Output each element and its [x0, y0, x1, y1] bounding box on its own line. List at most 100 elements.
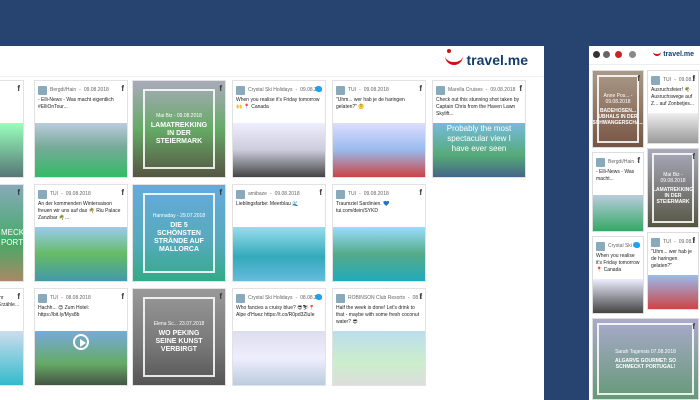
facebook-icon[interactable]: f [121, 188, 124, 197]
facebook-icon[interactable]: f [637, 74, 640, 83]
facebook-icon[interactable]: f [319, 188, 322, 197]
filter-icon[interactable] [629, 51, 636, 58]
facebook-icon[interactable]: f [219, 188, 222, 197]
post-image[interactable] [648, 113, 698, 143]
blog-teaser[interactable]: Mai Biz - 09.08.2018 LAMATREKKING IN DER … [652, 153, 694, 223]
post-image[interactable] [35, 123, 127, 177]
post-image[interactable] [0, 123, 23, 177]
post-text: Hachh... 😍 Zum Hotel: https://bit.ly/Mys… [38, 305, 90, 318]
post-date: 09.08.2018 [363, 87, 389, 93]
author-avatar [651, 237, 660, 247]
image-overlay-text: MECKT PORTUGAL! [1, 228, 24, 248]
blog-teaser[interactable]: Elena Sc... 23.07.2018 WO PEKING SEINE KU… [143, 297, 215, 377]
blog-title: WO PEKING SEINE KUNST VERBIRGT [155, 329, 203, 353]
post-text: Traumziel Sardinien. 💙 tui.com/dein/SYKD [336, 201, 390, 214]
twitter-icon[interactable] [315, 86, 322, 92]
facebook-icon[interactable]: f [692, 236, 695, 245]
facebook-icon[interactable]: f [519, 84, 522, 93]
facebook-icon[interactable]: f [419, 84, 422, 93]
post-text: Check out this stunning shot taken by Ca… [436, 97, 520, 117]
post-image[interactable] [333, 227, 425, 281]
image-overlay-text: Probably the most spectacular view I hav… [446, 124, 512, 154]
post-card[interactable]: Anne Pos... - 09.08.2018 BADEHOSEN... UBH… [592, 70, 644, 148]
twitter-icon[interactable] [315, 294, 322, 300]
post-card[interactable]: MECKT PORTUGAL! f [0, 184, 24, 282]
facebook-icon[interactable]: f [121, 292, 124, 301]
desktop-header: travel.me [0, 46, 544, 77]
facebook-icon[interactable]: f [17, 292, 20, 301]
facebook-icon[interactable]: f [692, 322, 695, 331]
post-card[interactable]: TUI-09.08.2018Ausruchsfeier! 🌴 Ausruchsw… [647, 70, 699, 144]
post-card[interactable]: amibaze -09.08.2018 Lieblingsfarbe: Meerbl… [232, 184, 326, 282]
post-card[interactable]: Crystal Ski Holidays-08.08.2018Who fanci… [232, 288, 326, 386]
post-text: - Elli-News - Was macht... [596, 169, 635, 182]
post-image[interactable] [35, 227, 127, 281]
post-card[interactable]: Mai Biz - 09.08.2018 LAMATREKKING IN DER … [132, 80, 226, 178]
facebook-icon[interactable]: f [219, 292, 222, 301]
blog-teaser[interactable]: Hannaday - 29.07.2018 DIE 5 SCHÖNSTEN STR… [143, 193, 215, 273]
facebook-icon[interactable]: f [692, 152, 695, 161]
post-card[interactable]: TUI -09.08.2018 An der kommenden Wintersai… [34, 184, 128, 282]
post-meta: TUI -08.08.2018 [38, 292, 124, 304]
post-image[interactable] [593, 195, 643, 231]
facebook-icon[interactable]: f [121, 84, 124, 93]
post-card[interactable]: Bergdi/Hain-09.08.2018- Elli-News - Was … [34, 80, 128, 178]
search-icon[interactable] [603, 51, 610, 58]
post-image[interactable] [233, 331, 325, 385]
post-card[interactable]: ihr Erzähle...f [0, 288, 24, 386]
post-image[interactable] [233, 227, 325, 281]
blog-title: BADEHOSEN... UBHALS IN DER SCHWANGERSCHA… [592, 107, 644, 126]
post-card[interactable]: ROBINSON Club Resorts-08.08.2018Half the… [332, 288, 426, 386]
post-text: When you realise it's Friday tomorrow 🙌 … [236, 97, 320, 110]
post-date-separator: - [359, 191, 361, 197]
settings-icon[interactable] [593, 51, 600, 58]
post-card[interactable]: TUI-09.08.2018"Uhm... wer hab je de hari… [332, 80, 426, 178]
post-meta: TUI-09.08.2018 [651, 74, 695, 86]
post-image[interactable] [0, 331, 23, 385]
post-card[interactable]: Bergdi/Hain-09.08.2018- Elli-News - Was … [592, 152, 644, 232]
author-name: TUI [663, 77, 672, 83]
blog-teaser[interactable]: Mai Biz - 09.08.2018 LAMATREKKING IN DER … [143, 89, 215, 169]
facebook-icon[interactable]: f [17, 188, 20, 197]
post-image[interactable] [333, 123, 425, 177]
twitter-icon[interactable] [633, 242, 640, 248]
facebook-icon[interactable]: f [219, 84, 222, 93]
post-card[interactable]: TUI -08.08.2018 Hachh... 😍 Zum Hotel: http… [34, 288, 128, 386]
flag-icon[interactable] [615, 51, 622, 58]
post-card[interactable]: Crystal Ski Holidays-09.08.2018When you … [232, 80, 326, 178]
post-meta: Bergdi/Hain-09.08.2018 [38, 84, 124, 96]
post-card[interactable]: Mai Biz - 09.08.2018 LAMATREKKING IN DER … [647, 148, 699, 228]
brand-logo[interactable]: travel.me [444, 48, 528, 68]
post-image[interactable] [593, 279, 643, 313]
blog-author-date: Hannaday - 29.07.2018 [152, 212, 206, 219]
play-icon[interactable] [73, 333, 89, 350]
author-avatar [336, 189, 345, 199]
post-text: Half the week is done! Let's drink to th… [336, 305, 420, 325]
post-date-separator: - [61, 295, 63, 301]
facebook-icon[interactable]: f [17, 84, 20, 93]
post-date: 09.08.2018 [490, 87, 516, 93]
author-name: Crystal Ski Holidays [248, 295, 293, 301]
post-card[interactable]: Sarah Tagensis 07.08.2018 ALGARVE GOURMET… [592, 318, 699, 400]
facebook-icon[interactable]: f [637, 156, 640, 165]
post-card[interactable]: Elena Sc... 23.07.2018 WO PEKING SEINE KU… [132, 288, 226, 386]
post-card[interactable]: Hannaday - 29.07.2018 DIE 5 SCHÖNSTEN STR… [132, 184, 226, 282]
post-image[interactable] [233, 123, 325, 177]
post-card[interactable]: Crystal Ski Holidays-09.08.2018When you … [592, 236, 644, 314]
post-card[interactable]: TUI-09.08.2018"Uhm... wer hab je de hari… [647, 232, 699, 310]
post-card[interactable]: TUI -09.08.2018 Traumziel Sardinien. 💙 tui… [332, 184, 426, 282]
blog-teaser[interactable]: Sarah Tagensis 07.08.2018 ALGARVE GOURMET… [597, 323, 694, 395]
post-card[interactable]: f [0, 80, 24, 178]
post-image[interactable] [333, 331, 425, 385]
post-text: Lieblingsfarbe: Meerblau 🌊 [236, 201, 299, 207]
facebook-icon[interactable]: f [419, 188, 422, 197]
blog-teaser[interactable]: Anne Pos... - 09.08.2018 BADEHOSEN... UBH… [593, 75, 643, 143]
post-image[interactable] [648, 275, 698, 309]
post-date-separator: - [674, 77, 676, 83]
post-card[interactable]: Marella Cruises -09.08.2018 Check out this… [432, 80, 526, 178]
post-meta: TUI-09.08.2018 [336, 84, 422, 96]
facebook-icon[interactable]: f [419, 292, 422, 301]
facebook-icon[interactable]: f [692, 74, 695, 83]
post-date: 09.08.2018 [274, 191, 300, 197]
post-meta: amibaze -09.08.2018 [236, 188, 322, 200]
